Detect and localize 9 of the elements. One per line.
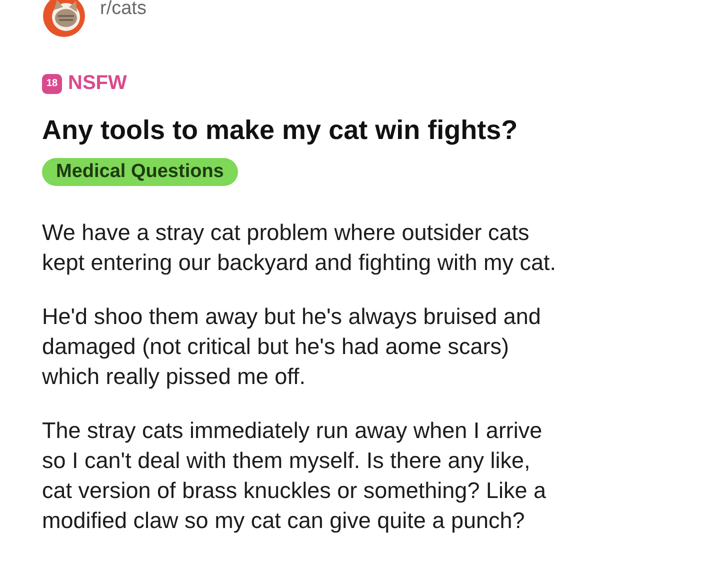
nsfw-label: NSFW	[68, 72, 127, 95]
age-badge: 18	[42, 74, 62, 94]
post-paragraph: He'd shoo them away but he's always bruised and damaged (not critical but he's had aome scars) which really pissed me off.	[42, 303, 542, 391]
cat-icon	[42, 0, 86, 38]
post-paragraph: We have a stray cat problem where outsider cats kept entering our backyard and fighting with my cat.	[42, 219, 558, 277]
subreddit-name[interactable]: r/cats	[100, 0, 146, 20]
post-title: Any tools to make my cat win fights?	[42, 115, 519, 146]
flair-tag: Medical Questions	[42, 158, 238, 186]
post-paragraph: The stray cats immediately run away when I arrive so I can't deal with them myself. Is there any like, cat version of brass knuckles or something? Like a modified claw so my cat can give quite a punch?	[42, 417, 547, 535]
